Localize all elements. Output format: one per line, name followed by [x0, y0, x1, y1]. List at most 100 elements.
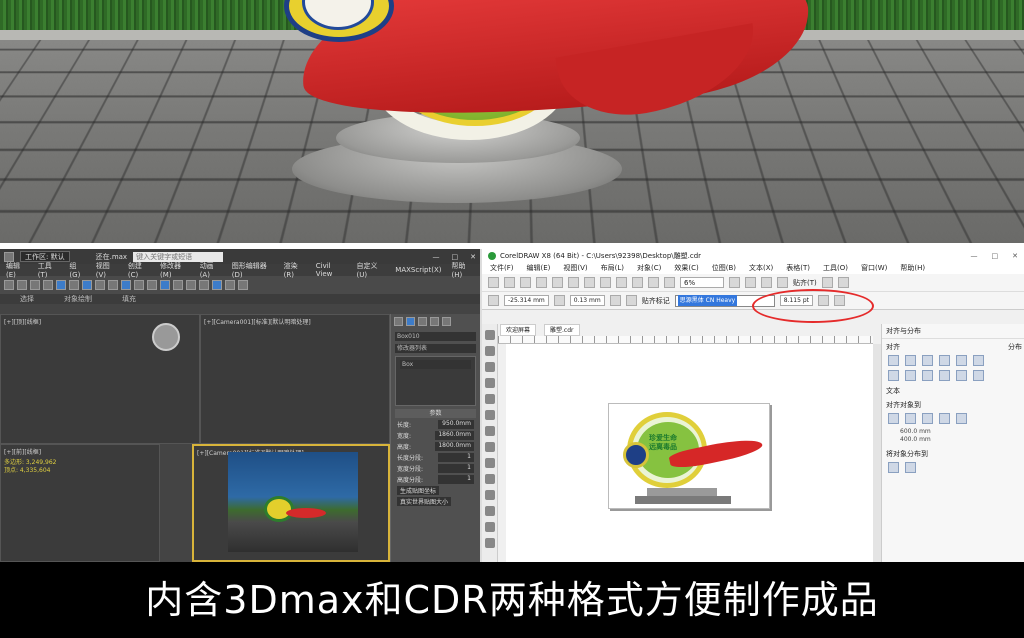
paste-icon[interactable]	[568, 277, 579, 288]
curve-editor-icon[interactable]	[199, 280, 209, 290]
maximize-icon[interactable]: □	[992, 252, 999, 260]
object-name-field[interactable]: Box010	[395, 332, 476, 341]
search-content-icon[interactable]	[616, 277, 627, 288]
checkbox-row[interactable]: 生成贴图坐标	[397, 486, 474, 495]
viewcube-icon[interactable]	[152, 323, 180, 351]
save-icon[interactable]	[520, 277, 531, 288]
active-objects-icon[interactable]	[888, 413, 899, 424]
checkbox-label[interactable]: 真实世界贴图大小	[397, 497, 452, 506]
snap-mark-label[interactable]: 贴齐标记	[642, 296, 670, 306]
design-text[interactable]: 珍爱生命 远离毒品	[649, 434, 677, 452]
rectangle-tool-icon[interactable]	[485, 426, 495, 436]
cdr-menu-item[interactable]: 文件(F)	[490, 263, 514, 273]
font-family-value[interactable]: 思源黑体 CN Heavy	[677, 295, 738, 306]
close-icon[interactable]: ✕	[1012, 252, 1018, 260]
page-extent-icon[interactable]	[905, 462, 916, 473]
import-icon[interactable]	[632, 277, 643, 288]
application-launcher-icon[interactable]	[837, 277, 849, 288]
design-text-line[interactable]: 远离毒品	[649, 443, 677, 452]
design-emblem[interactable]	[623, 442, 649, 468]
page-center-icon[interactable]	[922, 413, 933, 424]
freehand-tool-icon[interactable]	[485, 394, 495, 404]
design-base-lower[interactable]	[635, 496, 731, 504]
modifier-stack-item[interactable]: Box	[400, 360, 471, 369]
options-gear-icon[interactable]	[821, 277, 833, 288]
distribute-right-icon[interactable]	[973, 355, 984, 366]
move-icon[interactable]	[82, 280, 92, 290]
max-menu-item[interactable]: 图形编辑器(D)	[232, 261, 274, 279]
cut-icon[interactable]	[536, 277, 547, 288]
snap-to-menu[interactable]: 贴齐(T)	[793, 278, 817, 288]
hierarchy-tab-icon[interactable]	[418, 317, 427, 326]
max-menu-item[interactable]: 创建(C)	[128, 261, 150, 279]
shape-tool-icon[interactable]	[485, 346, 495, 356]
max-menu-item[interactable]: 帮助(H)	[451, 261, 474, 279]
display-tab-icon[interactable]	[442, 317, 451, 326]
cdr-menu-item[interactable]: 布局(L)	[601, 263, 624, 273]
ribbon-tab[interactable]: 填充	[122, 294, 136, 304]
rotate-icon[interactable]	[553, 295, 565, 306]
x-coordinate-field[interactable]: 600.0 mm	[900, 428, 1008, 436]
tab-welcome[interactable]: 欢迎屏幕	[500, 324, 537, 336]
cdr-menu-item[interactable]: 效果(C)	[674, 263, 698, 273]
distribute-middle-icon[interactable]	[956, 370, 967, 381]
cdr-menu-item[interactable]: 文本(X)	[749, 263, 773, 273]
layer-icon[interactable]	[186, 280, 196, 290]
cdr-menu-item[interactable]: 窗口(W)	[861, 263, 887, 273]
eyedropper-icon[interactable]	[485, 538, 495, 548]
param-spinner[interactable]: 1800.0mm	[435, 442, 474, 451]
max-menu-item[interactable]: MAXScript(X)	[395, 266, 441, 274]
render-icon[interactable]	[238, 280, 248, 290]
export-icon[interactable]	[648, 277, 659, 288]
param-spinner[interactable]: 1	[438, 464, 474, 473]
max-menu-item[interactable]: 工具(T)	[38, 261, 60, 279]
selection-extent-icon[interactable]	[888, 462, 899, 473]
vertical-scrollbar[interactable]	[873, 344, 881, 562]
ellipse-tool-icon[interactable]	[485, 442, 495, 452]
drawing-canvas[interactable]: 珍爱生命 远离毒品	[506, 344, 873, 562]
full-screen-icon[interactable]	[729, 277, 740, 288]
zoom-level-select[interactable]: 6%	[680, 277, 724, 288]
unlink-icon[interactable]	[43, 280, 53, 290]
horizontal-ruler[interactable]	[498, 336, 873, 344]
cdr-menu-item[interactable]: 帮助(H)	[900, 263, 925, 273]
distribute-center-icon[interactable]	[956, 355, 967, 366]
cdr-menu-item[interactable]: 位图(B)	[712, 263, 736, 273]
link-icon[interactable]	[30, 280, 40, 290]
max-menu-item[interactable]: 渲染(R)	[284, 261, 306, 279]
angle-snap-icon[interactable]	[134, 280, 144, 290]
align-right-icon[interactable]	[922, 355, 933, 366]
outline-width-field[interactable]: 0.13 mm	[569, 295, 605, 306]
specified-point-icon[interactable]	[956, 413, 967, 424]
x-position-field[interactable]: -25.314 mm	[504, 295, 549, 306]
pick-tool-icon[interactable]	[485, 330, 495, 340]
align-center-v-icon[interactable]	[905, 370, 916, 381]
mirror-icon[interactable]	[160, 280, 170, 290]
material-editor-icon[interactable]	[212, 280, 222, 290]
new-document-icon[interactable]	[488, 277, 499, 288]
cdr-menu-item[interactable]: 视图(V)	[563, 263, 587, 273]
select-icon[interactable]	[56, 280, 66, 290]
cdr-menu-item[interactable]: 对象(C)	[637, 263, 661, 273]
arrowhead-icon[interactable]	[609, 295, 621, 306]
modify-tab-icon[interactable]	[406, 317, 415, 326]
drop-shadow-icon[interactable]	[485, 522, 495, 532]
param-spinner[interactable]: 1860.0mm	[435, 431, 474, 440]
redo-icon[interactable]	[17, 280, 27, 290]
cdr-menu-item[interactable]: 工具(O)	[823, 263, 848, 273]
connector-tool-icon[interactable]	[485, 506, 495, 516]
open-icon[interactable]	[504, 277, 515, 288]
polygon-tool-icon[interactable]	[485, 458, 495, 468]
undo-icon[interactable]	[4, 280, 14, 290]
max-menu-item[interactable]: 视图(V)	[96, 261, 118, 279]
cdr-menu-item[interactable]: 编辑(E)	[527, 263, 551, 273]
checkbox-row[interactable]: 真实世界贴图大小	[397, 497, 474, 506]
rotate-icon[interactable]	[95, 280, 105, 290]
show-rulers-icon[interactable]	[745, 277, 756, 288]
max-menu-item[interactable]: 修改器(M)	[160, 261, 190, 279]
distribute-left-icon[interactable]	[939, 355, 950, 366]
align-left-icon[interactable]	[888, 355, 899, 366]
cdr-menu-item[interactable]: 表格(T)	[786, 263, 810, 273]
close-icon[interactable]: ✕	[470, 253, 476, 261]
show-grid-icon[interactable]	[761, 277, 772, 288]
